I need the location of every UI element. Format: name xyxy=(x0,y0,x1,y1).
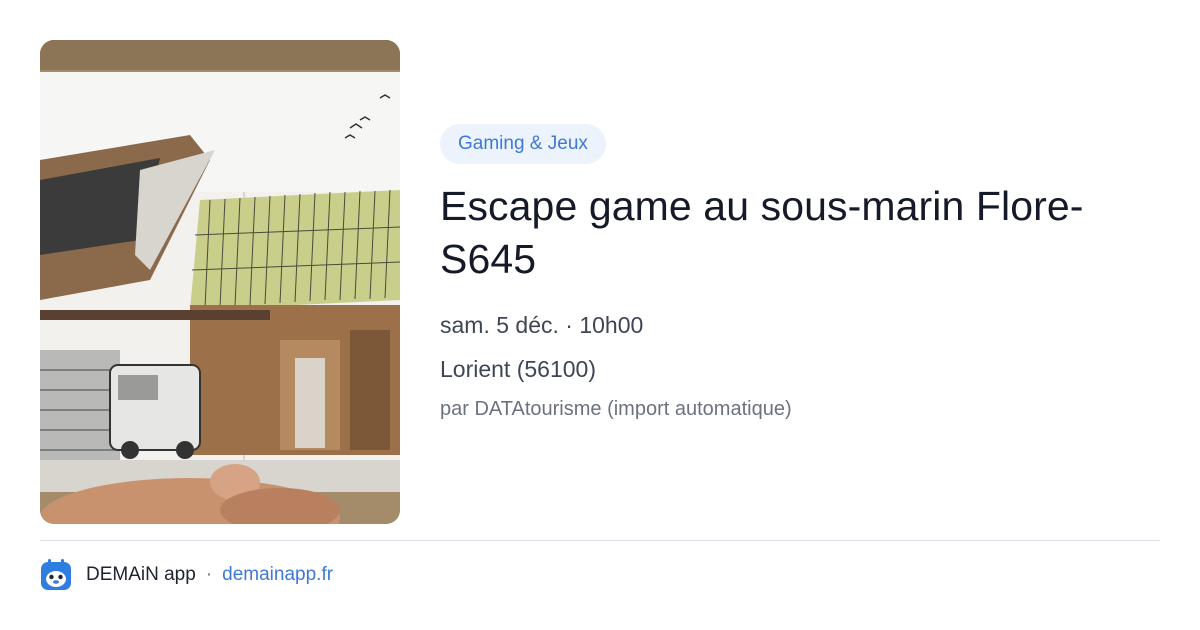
footer-separator: · xyxy=(205,564,213,585)
event-title[interactable]: Escape game au sous-marin Flore-S645 xyxy=(440,180,1160,286)
app-name: DEMAiN app xyxy=(86,564,196,585)
app-website-link[interactable]: demainapp.fr xyxy=(222,564,333,586)
event-location: Lorient (56100) xyxy=(440,356,596,382)
event-source: par DATAtourisme (import automatique) xyxy=(440,398,792,420)
event-info: Gaming & Jeux Escape game au sous-marin … xyxy=(440,124,1160,422)
footer: DEMAiN app · demainapp.fr xyxy=(40,558,333,592)
category-badge[interactable]: Gaming & Jeux xyxy=(440,124,606,164)
event-datetime: sam. 5 déc. · 10h00 xyxy=(440,312,644,338)
demain-logo-icon xyxy=(40,559,72,591)
footer-divider xyxy=(40,540,1160,541)
event-image xyxy=(40,40,400,524)
event-share-card: Gaming & Jeux Escape game au sous-marin … xyxy=(0,0,1200,630)
